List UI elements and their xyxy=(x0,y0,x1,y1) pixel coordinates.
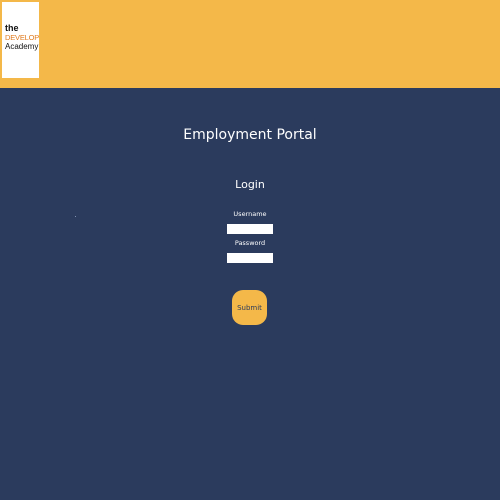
page-title: Employment Portal xyxy=(183,127,317,143)
password-input[interactable] xyxy=(227,253,273,263)
header-bar: the DEVELOPER Academy xyxy=(0,0,500,88)
username-input[interactable] xyxy=(227,224,273,234)
logo-text-the: the xyxy=(5,23,19,33)
password-label: Password xyxy=(234,239,266,247)
submit-button[interactable]: Submit xyxy=(232,290,267,325)
logo-text-academy: Academy xyxy=(5,41,39,51)
login-heading: Login xyxy=(235,178,265,191)
main-content: Employment Portal Login Username Passwor… xyxy=(0,88,500,500)
logo-text-developer: DEVELOPER xyxy=(5,33,39,42)
developer-academy-logo[interactable]: the DEVELOPER Academy xyxy=(2,2,39,78)
username-label: Username xyxy=(233,210,267,218)
